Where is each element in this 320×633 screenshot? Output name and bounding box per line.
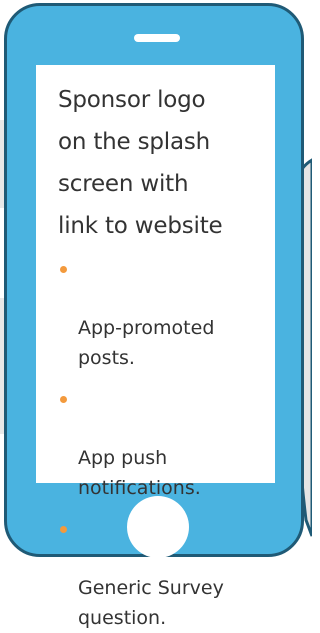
list-item: App push notifications.: [58, 383, 269, 503]
phone-screen: Sponsor logo on the splash screen with l…: [36, 65, 275, 629]
home-button-icon: [127, 496, 189, 558]
bullet-text: App-promoted posts.: [78, 317, 215, 369]
bullet-text: App push notifications.: [78, 447, 201, 499]
screen-headline: Sponsor logo on the splash screen with l…: [58, 87, 223, 239]
bullet-text: Generic Survey question.: [78, 577, 224, 629]
bullet-dot-icon: [60, 526, 67, 533]
feature-list: App-promoted posts. App push notificatio…: [58, 253, 269, 633]
bullet-dot-icon: [60, 266, 67, 273]
speaker-slot-icon: [134, 34, 180, 42]
phone-body: Sponsor logo on the splash screen with l…: [4, 3, 304, 629]
list-item: App-promoted posts.: [58, 253, 269, 373]
bullet-dot-icon: [60, 396, 67, 403]
phone-illustration: Sponsor logo on the splash screen with l…: [0, 0, 312, 629]
